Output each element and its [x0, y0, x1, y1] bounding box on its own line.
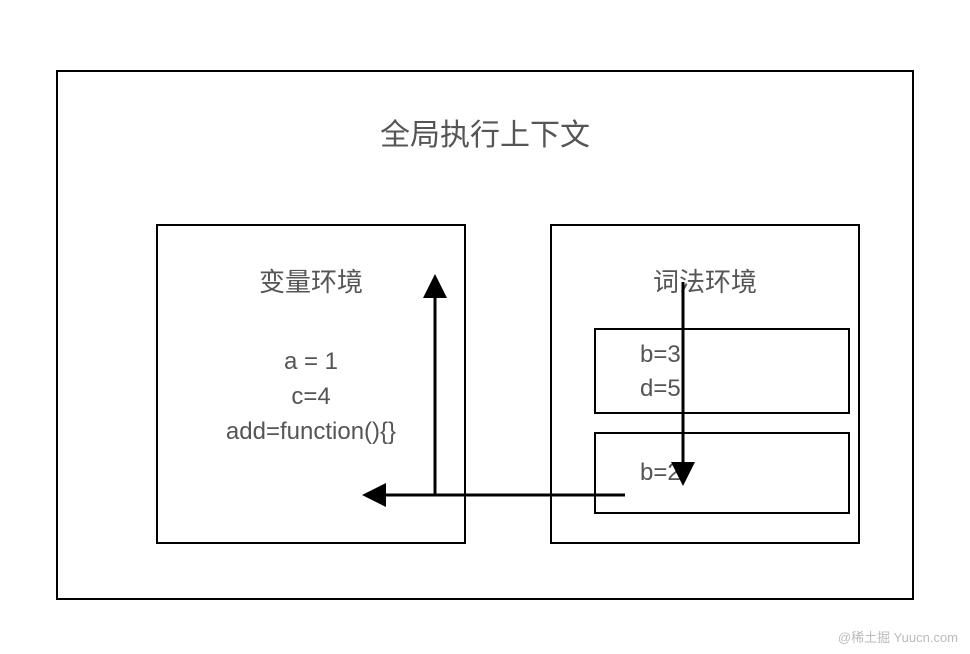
variable-environment-content: a = 1 c=4 add=function(){}	[158, 345, 464, 449]
lex-line: b=3	[640, 338, 848, 372]
lexical-scope-top: b=3 d=5	[594, 328, 850, 414]
diagram-title: 全局执行上下文	[58, 110, 912, 154]
watermark-text: @稀土掘 Yuucn.com	[838, 627, 958, 646]
lexical-environment-title: 词法环境	[552, 262, 858, 299]
lexical-environment-box: 词法环境 b=3 d=5 b=2	[550, 224, 860, 544]
var-line: a = 1	[158, 345, 464, 380]
variable-environment-title: 变量环境	[158, 262, 464, 299]
var-line: c=4	[158, 380, 464, 415]
global-context-box: 全局执行上下文 变量环境 a = 1 c=4 add=function(){} …	[56, 70, 914, 600]
lexical-scope-bottom: b=2	[594, 432, 850, 514]
lex-line: b=2	[640, 456, 848, 490]
lex-line: d=5	[640, 372, 848, 406]
variable-environment-box: 变量环境 a = 1 c=4 add=function(){}	[156, 224, 466, 544]
var-line: add=function(){}	[158, 415, 464, 450]
